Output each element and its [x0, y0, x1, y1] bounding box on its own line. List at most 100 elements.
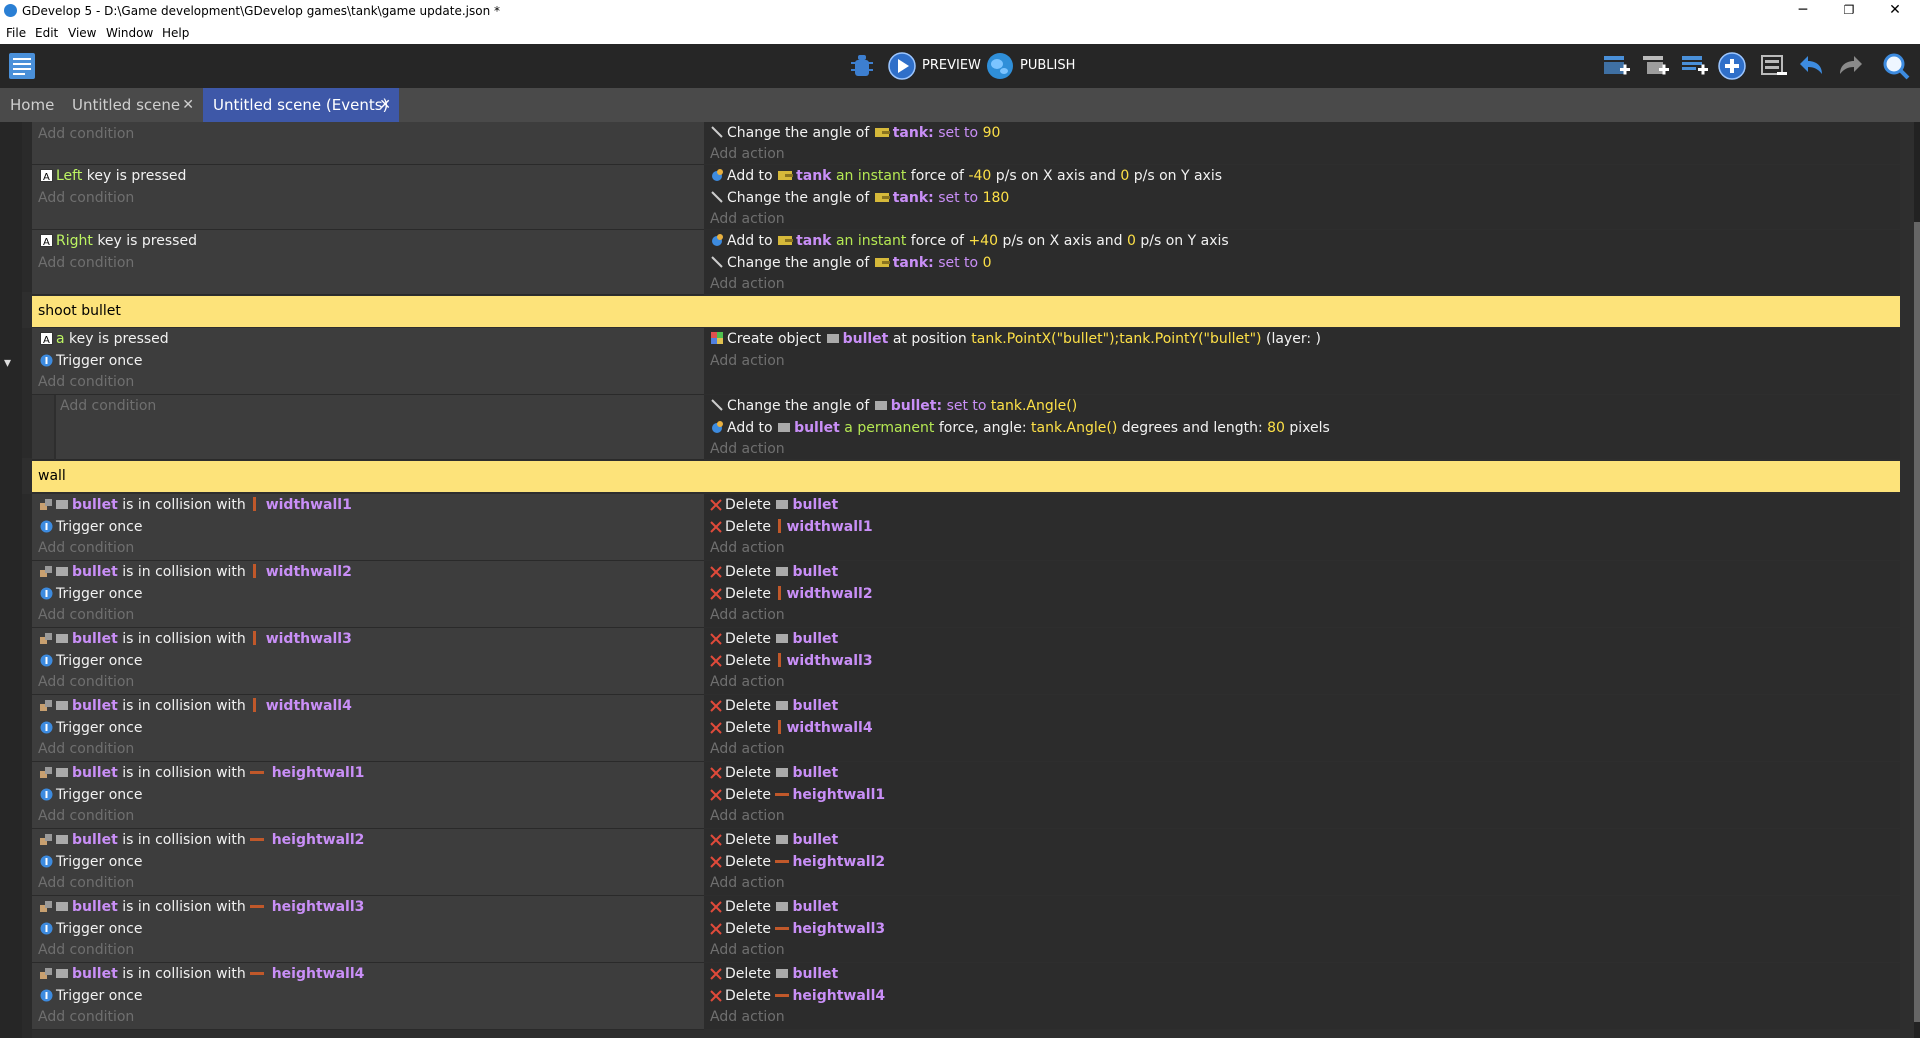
- add-comment-icon[interactable]: [1680, 52, 1708, 80]
- condition-key-pressed[interactable]: Aa key is pressed: [40, 331, 169, 351]
- add-action-button[interactable]: Add action: [710, 540, 785, 560]
- condition-collision[interactable]: bullet is in collision with widthwall3: [40, 631, 352, 651]
- condition-trigger-once[interactable]: Trigger once: [40, 586, 142, 606]
- event-actions[interactable]: [704, 561, 1900, 627]
- action-delete-object[interactable]: Delete widthwall1: [710, 519, 873, 539]
- action-delete-object[interactable]: Delete widthwall3: [710, 653, 873, 673]
- close-window-button[interactable]: ✕: [1872, 0, 1918, 22]
- add-condition-button[interactable]: Add condition: [38, 674, 134, 694]
- menu-window[interactable]: Window: [106, 26, 153, 40]
- action-delete-object[interactable]: Delete bullet: [710, 765, 838, 785]
- add-condition-button[interactable]: Add condition: [38, 540, 134, 560]
- action-add-force[interactable]: Add to tank an instant force of -40 p/s …: [710, 168, 1222, 188]
- tab-home[interactable]: Home: [0, 88, 62, 122]
- delete-selection-icon[interactable]: [1760, 52, 1788, 80]
- scrollbar[interactable]: [1914, 122, 1920, 1038]
- close-icon[interactable]: ✕: [379, 88, 391, 122]
- menu-help[interactable]: Help: [162, 26, 189, 40]
- action-delete-object[interactable]: Delete widthwall4: [710, 720, 873, 740]
- add-action-button[interactable]: Add action: [710, 211, 785, 231]
- add-action-button[interactable]: Add action: [710, 1009, 785, 1029]
- add-action-button[interactable]: Add action: [710, 875, 785, 895]
- redo-icon[interactable]: [1836, 52, 1864, 80]
- condition-trigger-once[interactable]: Trigger once: [40, 519, 142, 539]
- add-condition-button[interactable]: Add condition: [38, 607, 134, 627]
- publish-globe-icon[interactable]: [986, 52, 1014, 80]
- restore-button[interactable]: ❐: [1826, 0, 1872, 22]
- add-action-button[interactable]: Add action: [710, 353, 785, 373]
- add-action-button[interactable]: Add action: [710, 146, 785, 166]
- publish-button[interactable]: PUBLISH: [1020, 58, 1075, 73]
- comment-wall[interactable]: wall: [32, 461, 1900, 492]
- action-create-object[interactable]: Create object bullet at position tank.Po…: [710, 331, 1321, 351]
- add-action-button[interactable]: Add action: [710, 607, 785, 627]
- action-delete-object[interactable]: Delete bullet: [710, 899, 838, 919]
- condition-collision[interactable]: bullet is in collision with heightwall2: [40, 832, 364, 852]
- minimize-button[interactable]: ─: [1780, 0, 1826, 22]
- action-change-angle[interactable]: Change the angle of tank: set to 180: [710, 190, 1009, 210]
- action-delete-object[interactable]: Delete bullet: [710, 631, 838, 651]
- condition-collision[interactable]: bullet is in collision with heightwall4: [40, 966, 364, 986]
- add-action-button[interactable]: Add action: [710, 674, 785, 694]
- debugger-icon[interactable]: [848, 53, 876, 81]
- add-action-button[interactable]: Add action: [710, 808, 785, 828]
- preview-button[interactable]: PREVIEW: [922, 58, 981, 73]
- condition-collision[interactable]: bullet is in collision with heightwall3: [40, 899, 364, 919]
- event-actions[interactable]: [704, 628, 1900, 694]
- add-condition-button[interactable]: Add condition: [38, 374, 134, 394]
- action-delete-object[interactable]: Delete heightwall3: [710, 921, 885, 941]
- add-condition-button[interactable]: Add condition: [38, 741, 134, 761]
- collapse-arrow-icon[interactable]: ▾: [4, 355, 11, 375]
- add-condition-button[interactable]: Add condition: [38, 1009, 134, 1029]
- condition-trigger-once[interactable]: Trigger once: [40, 720, 142, 740]
- condition-trigger-once[interactable]: Trigger once: [40, 988, 142, 1008]
- add-condition-button[interactable]: Add condition: [38, 255, 134, 275]
- action-delete-object[interactable]: Delete heightwall4: [710, 988, 885, 1008]
- menu-file[interactable]: File: [6, 26, 26, 40]
- condition-trigger-once[interactable]: Trigger once: [40, 921, 142, 941]
- action-change-angle[interactable]: Change the angle of bullet: set to tank.…: [710, 398, 1077, 418]
- action-delete-object[interactable]: Delete bullet: [710, 497, 838, 517]
- condition-collision[interactable]: bullet is in collision with widthwall2: [40, 564, 352, 584]
- action-add-force[interactable]: Add to bullet a permanent force, angle: …: [710, 420, 1330, 440]
- add-action-button[interactable]: Add action: [710, 276, 785, 296]
- event-actions[interactable]: [704, 494, 1900, 560]
- preview-play-icon[interactable]: [888, 52, 916, 80]
- action-change-angle[interactable]: Change the angle of tank: set to 0: [710, 255, 991, 275]
- menu-view[interactable]: View: [68, 26, 96, 40]
- scrollbar-thumb[interactable]: [1914, 222, 1920, 1022]
- add-subevent-icon[interactable]: [1641, 52, 1669, 80]
- action-delete-object[interactable]: Delete bullet: [710, 966, 838, 986]
- add-action-button[interactable]: Add action: [710, 942, 785, 962]
- add-condition-button[interactable]: Add condition: [38, 808, 134, 828]
- action-delete-object[interactable]: Delete bullet: [710, 564, 838, 584]
- condition-key-pressed[interactable]: A Right key is pressed: [40, 233, 197, 253]
- add-condition-button[interactable]: Add condition: [38, 942, 134, 962]
- action-delete-object[interactable]: Delete bullet: [710, 698, 838, 718]
- event-actions[interactable]: [704, 695, 1900, 761]
- search-icon[interactable]: [1882, 52, 1910, 80]
- close-icon[interactable]: ✕: [182, 88, 194, 122]
- tab-scene-events[interactable]: Untitled scene (Events) ✕: [203, 88, 399, 122]
- condition-collision[interactable]: bullet is in collision with widthwall4: [40, 698, 352, 718]
- action-delete-object[interactable]: Delete bullet: [710, 832, 838, 852]
- condition-trigger-once[interactable]: Trigger once: [40, 854, 142, 874]
- condition-trigger-once[interactable]: Trigger once: [40, 653, 142, 673]
- add-condition-button[interactable]: Add condition: [38, 875, 134, 895]
- undo-icon[interactable]: [1798, 52, 1826, 80]
- action-delete-object[interactable]: Delete heightwall2: [710, 854, 885, 874]
- condition-collision[interactable]: bullet is in collision with widthwall1: [40, 497, 352, 517]
- add-condition-button[interactable]: Add condition: [38, 190, 134, 210]
- action-delete-object[interactable]: Delete widthwall2: [710, 586, 873, 606]
- comment-shoot-bullet[interactable]: shoot bullet: [32, 296, 1900, 327]
- add-condition-button[interactable]: Add condition: [38, 126, 134, 146]
- tab-scene[interactable]: Untitled scene ✕: [62, 88, 202, 122]
- condition-trigger-once[interactable]: Trigger once: [40, 353, 142, 373]
- add-action-button[interactable]: Add action: [710, 741, 785, 761]
- condition-trigger-once[interactable]: Trigger once: [40, 787, 142, 807]
- project-manager-icon[interactable]: [8, 52, 36, 80]
- condition-key-pressed[interactable]: A Left key is pressed: [40, 168, 186, 188]
- add-other-icon[interactable]: [1718, 52, 1746, 80]
- add-action-button[interactable]: Add action: [710, 441, 785, 461]
- menu-edit[interactable]: Edit: [35, 26, 58, 40]
